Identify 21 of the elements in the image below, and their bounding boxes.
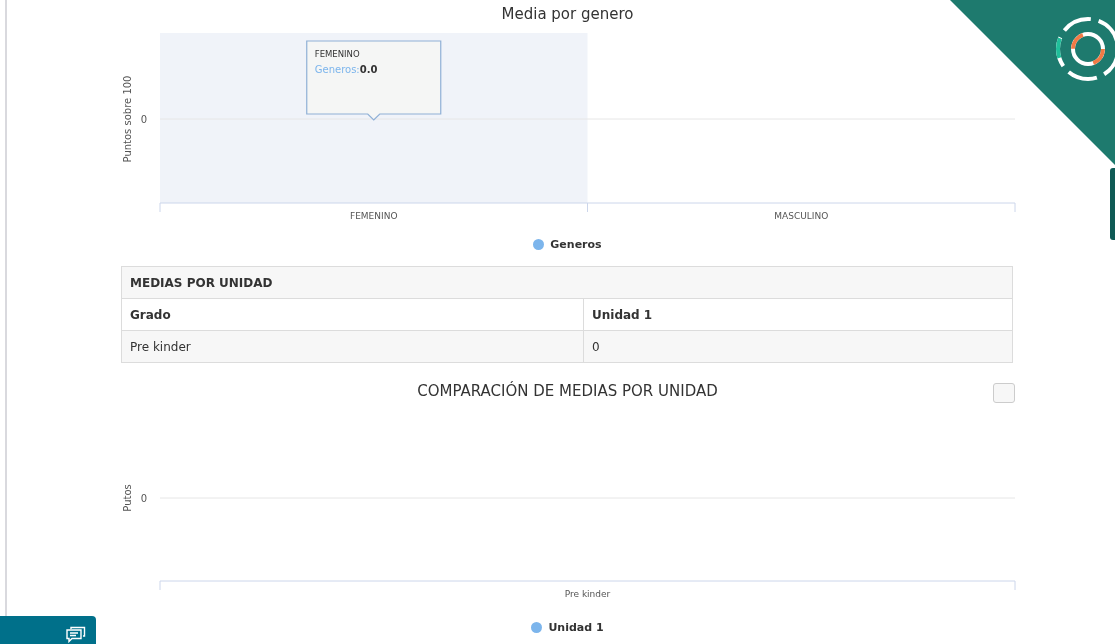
category-label: FEMENINO bbox=[350, 211, 398, 221]
table-title: MEDIAS POR UNIDAD bbox=[121, 266, 1013, 299]
chat-button[interactable] bbox=[0, 616, 96, 644]
table-cell: 0 bbox=[583, 330, 1013, 363]
category-label: MASCULINO bbox=[774, 211, 829, 221]
legend-label[interactable]: Unidad 1 bbox=[548, 620, 604, 634]
axis-title: Putos bbox=[122, 484, 133, 512]
ring-logo-icon[interactable] bbox=[1056, 17, 1115, 81]
axis-tick-label: 0 bbox=[140, 114, 147, 125]
chat-icon bbox=[66, 626, 86, 643]
chart-title: Media por genero bbox=[501, 5, 634, 23]
column-header: Grado bbox=[121, 298, 584, 331]
table-cell: Pre kinder bbox=[121, 330, 584, 363]
tooltip-category: FEMENINO bbox=[314, 49, 360, 59]
axis-tick-label: 0 bbox=[140, 493, 147, 504]
tooltip-value: Generos:0.0 bbox=[314, 64, 378, 75]
chart-title: COMPARACIÓN DE MEDIAS POR UNIDAD bbox=[417, 382, 718, 400]
category-label: Pre kinder bbox=[564, 589, 611, 599]
legend-label[interactable]: Generos bbox=[550, 237, 602, 251]
column-header: Unidad 1 bbox=[583, 298, 1013, 331]
axis-title: Puntos sobre 100 bbox=[122, 75, 133, 163]
